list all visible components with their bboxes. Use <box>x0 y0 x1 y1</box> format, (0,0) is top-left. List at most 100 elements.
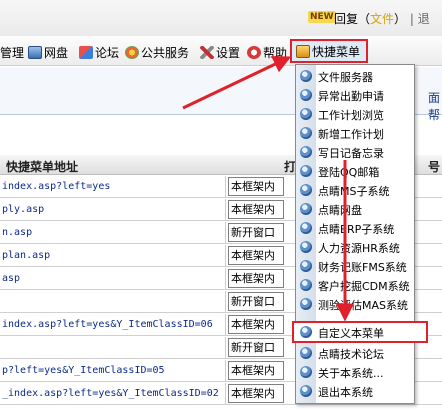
target-select[interactable]: 本框架内 <box>228 361 284 380</box>
shortcut-icon <box>296 44 310 58</box>
menu-item-label: 帮助 <box>263 45 288 60</box>
gear-icon <box>300 347 312 359</box>
forum-icon <box>79 45 93 59</box>
url-cell[interactable]: index.asp?left=yes <box>0 176 226 198</box>
header-url: 快捷菜单地址 <box>6 160 79 174</box>
gear-icon <box>300 279 312 291</box>
dropdown-item-label: 客户挖掘CDM系统 <box>318 280 410 293</box>
gear-icon <box>300 222 312 234</box>
dropdown-item-label: 关于本系统... <box>318 367 384 380</box>
dropdown-item[interactable]: 点睛网盘 <box>296 200 414 218</box>
dropdown-item[interactable]: 点睛技术论坛 <box>296 344 414 362</box>
reply-user[interactable]: 文件 <box>370 12 394 26</box>
url-cell[interactable]: asp <box>0 268 226 290</box>
logout-link[interactable]: | 退 <box>410 12 430 26</box>
gear-icon <box>300 326 312 338</box>
url-cell[interactable] <box>0 291 226 313</box>
url-cell[interactable]: n.asp <box>0 222 226 244</box>
target-select[interactable]: 本框架内 <box>228 177 284 196</box>
menu-item-manage[interactable]: 管理 <box>0 43 24 61</box>
target-select[interactable]: 新开窗口 <box>228 223 284 242</box>
dropdown-item[interactable]: 客户挖掘CDM系统 <box>296 276 414 294</box>
url-cell[interactable]: ply.asp <box>0 199 226 221</box>
menu-item-label: 论坛 <box>95 45 120 60</box>
dropdown-item-label: 点睛MS子系统 <box>318 185 390 198</box>
dropdown-item[interactable]: 工作计划浏览 <box>296 105 414 123</box>
reply-prefix: 回复（ <box>334 12 371 26</box>
gear-icon <box>300 89 312 101</box>
header-extra: 号 <box>428 160 441 174</box>
gear-icon <box>300 165 312 177</box>
url-cell[interactable]: p?left=yes&Y_ItemClassID=05 <box>0 360 226 382</box>
gear-icon <box>300 70 312 82</box>
dropdown-item-label: 点睛技术论坛 <box>318 348 384 361</box>
gear-icon <box>300 298 312 310</box>
target-select[interactable]: 本框架内 <box>228 315 284 334</box>
dropdown-item-label: 退出本系统 <box>318 386 373 399</box>
menu-item-forum[interactable]: 论坛 <box>79 43 119 61</box>
dropdown-item-label: 人力资源HR系统 <box>318 242 400 255</box>
help-tab[interactable]: 面帮 <box>428 89 442 123</box>
dropdown-item-label: 测验评估MAS系统 <box>318 299 408 312</box>
gear-icon <box>300 184 312 196</box>
target-select[interactable]: 本框架内 <box>228 246 284 265</box>
flower-icon <box>125 45 139 59</box>
dropdown-item-label: 点睛网盘 <box>318 204 362 217</box>
gear-icon <box>300 385 312 397</box>
gear-icon <box>300 108 312 120</box>
menu-item-label: 网盘 <box>44 45 69 60</box>
dropdown-item-label: 登陆QQ邮箱 <box>318 166 380 179</box>
dropdown-item-label: 写日记备忘录 <box>318 147 384 160</box>
target-select[interactable]: 新开窗口 <box>228 292 284 311</box>
dropdown-item-label: 自定义本菜单 <box>318 327 384 340</box>
dropdown-item[interactable]: 财务记账FMS系统 <box>296 257 414 275</box>
dropdown-item[interactable]: 关于本系统... <box>296 363 414 381</box>
dropdown-item[interactable]: 异常出勤申请 <box>296 86 414 104</box>
dropdown-item[interactable]: 写日记备忘录 <box>296 143 414 161</box>
gear-icon <box>300 366 312 378</box>
dropdown-item[interactable]: 文件服务器 <box>296 67 414 85</box>
menu-item-help[interactable]: 帮助 <box>247 43 287 61</box>
shortcut-dropdown-menu: 文件服务器异常出勤申请 工作计划浏览新增工作计划写日记备忘录 登陆QQ邮箱 点睛MS子… <box>292 64 428 404</box>
target-select[interactable]: 本框架内 <box>228 269 284 288</box>
gear-icon <box>300 146 312 158</box>
menu-item-public-services[interactable]: 公共服务 <box>125 43 189 61</box>
monitor-icon <box>28 45 42 59</box>
menu-item-label: 管理 <box>0 45 25 60</box>
dropdown-item[interactable]: 点睛MS子系统 <box>296 181 414 199</box>
url-cell[interactable]: _index.asp?left=yes&Y_ItemClassID=02 <box>0 383 226 405</box>
gear-icon <box>300 260 312 272</box>
dropdown-item-label: 文件服务器 <box>318 71 373 84</box>
reply-suffix: ） <box>394 12 407 26</box>
menu-item-label: 设置 <box>216 45 241 60</box>
dropdown-item-label: 财务记账FMS系统 <box>318 261 407 274</box>
dropdown-item[interactable]: 新增工作计划 <box>296 124 414 142</box>
dropdown-item-label: 点睛ERP子系统 <box>318 223 395 236</box>
url-cell[interactable] <box>0 337 226 359</box>
help-icon <box>247 45 261 59</box>
url-cell[interactable]: plan.asp <box>0 245 226 267</box>
gear-icon <box>300 127 312 139</box>
dropdown-item[interactable]: 登陆QQ邮箱 <box>296 162 414 180</box>
dropdown-item[interactable]: 测验评估MAS系统 <box>296 295 414 313</box>
gear-icon <box>300 241 312 253</box>
reply-status[interactable]: 回复（文件） | 退 <box>334 10 430 27</box>
url-cell[interactable]: index.asp?left=yes&Y_ItemClassID=06 <box>0 314 226 336</box>
target-select[interactable]: 本框架内 <box>228 200 284 219</box>
new-badge: NEW <box>308 11 336 23</box>
menu-item-label: 快捷菜单 <box>312 44 361 59</box>
menu-item-label: 公共服务 <box>141 45 190 60</box>
menu-item-shortcut-menu[interactable]: 快捷菜单 <box>290 39 369 63</box>
dropdown-item[interactable]: 退出本系统 <box>296 382 414 400</box>
top-status-bar: NEW 回复（文件） | 退 <box>0 0 442 36</box>
dropdown-item-label: 异常出勤申请 <box>318 90 384 103</box>
menu-item-settings[interactable]: 设置 <box>200 43 240 61</box>
target-select[interactable]: 本框架内 <box>228 384 284 403</box>
tools-icon <box>200 45 214 59</box>
menu-item-netdisk[interactable]: 网盘 <box>28 43 68 61</box>
dropdown-item[interactable]: 自定义本菜单 <box>292 321 428 343</box>
dropdown-item[interactable]: 人力资源HR系统 <box>296 238 414 256</box>
target-select[interactable]: 新开窗口 <box>228 338 284 357</box>
dropdown-item[interactable]: 点睛ERP子系统 <box>296 219 414 237</box>
dropdown-item-label: 工作计划浏览 <box>318 109 384 122</box>
